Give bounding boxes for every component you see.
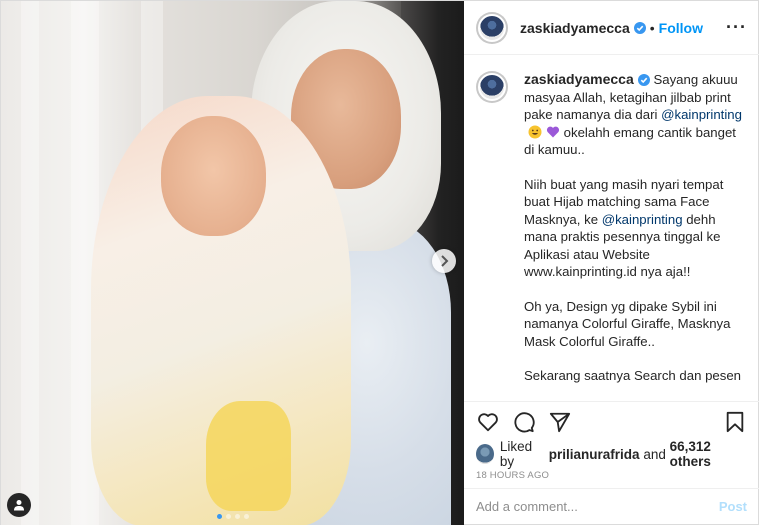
avatar[interactable] bbox=[476, 11, 508, 44]
instagram-post: zaskiadyamecca • Follow ··· zaskiadyamec… bbox=[0, 0, 759, 525]
carousel-dot bbox=[216, 514, 222, 519]
caption-paragraph: Sekarang saatnya Search dan pesen bbox=[524, 368, 742, 383]
liker-username[interactable]: prilianurafrida bbox=[549, 447, 640, 462]
caption-paragraph: Oh ya, Design yg dipake Sybil ini namany… bbox=[524, 298, 731, 349]
mention-link[interactable]: @kainprinting bbox=[602, 212, 683, 227]
caption-area: zaskiadyamecca Sayang akuuu masyaa Allah… bbox=[464, 55, 759, 402]
carousel-dot bbox=[234, 514, 240, 519]
post-header: zaskiadyamecca • Follow ··· bbox=[464, 1, 759, 55]
next-photo-button[interactable] bbox=[432, 249, 456, 273]
post-comment-button[interactable]: Post bbox=[719, 499, 747, 514]
child-face bbox=[161, 116, 266, 236]
post-photo[interactable] bbox=[1, 1, 464, 525]
caption-text: zaskiadyamecca Sayang akuuu masyaa Allah… bbox=[524, 71, 747, 401]
bookmark-icon bbox=[726, 411, 744, 433]
avatar[interactable] bbox=[476, 71, 508, 103]
carousel-dot bbox=[225, 514, 231, 519]
likes-count-link[interactable]: 66,312 others bbox=[670, 439, 747, 469]
curtain-fold bbox=[21, 1, 39, 525]
action-bar bbox=[464, 402, 759, 442]
purple-heart-icon bbox=[546, 126, 560, 137]
comment-input[interactable] bbox=[476, 499, 719, 514]
share-button[interactable] bbox=[548, 410, 572, 434]
comment-box: Post bbox=[464, 488, 759, 524]
follow-button[interactable]: Follow bbox=[659, 20, 703, 36]
send-icon bbox=[549, 412, 571, 433]
carousel-indicator bbox=[1, 514, 464, 519]
like-button[interactable] bbox=[476, 410, 500, 434]
comment-button[interactable] bbox=[512, 410, 536, 434]
heart-icon bbox=[478, 413, 498, 432]
post-side-panel: zaskiadyamecca • Follow ··· zaskiadyamec… bbox=[464, 1, 759, 524]
hijab-print bbox=[206, 401, 291, 511]
caption-username[interactable]: zaskiadyamecca bbox=[524, 71, 634, 87]
verified-badge-icon bbox=[633, 21, 646, 34]
mention-link[interactable]: @kainprinting bbox=[661, 107, 742, 122]
username-link[interactable]: zaskiadyamecca bbox=[520, 20, 630, 36]
comment-bubble-icon bbox=[514, 412, 535, 433]
separator: • bbox=[649, 19, 655, 36]
and-label: and bbox=[643, 446, 666, 462]
carousel-dot bbox=[243, 514, 249, 519]
grinning-face-icon bbox=[528, 125, 542, 138]
chevron-right-icon bbox=[441, 255, 449, 267]
caption-paragraph: Niih buat yang masih nyari tempat buat H… bbox=[524, 176, 747, 281]
save-button[interactable] bbox=[723, 410, 747, 434]
post-timestamp[interactable]: 18 HOURS AGO bbox=[464, 466, 759, 488]
liked-by-label: Liked by bbox=[499, 439, 533, 469]
more-options-button[interactable]: ··· bbox=[726, 17, 747, 38]
liker-avatar[interactable] bbox=[476, 444, 494, 464]
likes-summary: Liked by prilianurafrida and 66,312 othe… bbox=[464, 439, 759, 469]
verified-badge-icon bbox=[637, 74, 650, 86]
user-tag-icon bbox=[14, 500, 24, 511]
